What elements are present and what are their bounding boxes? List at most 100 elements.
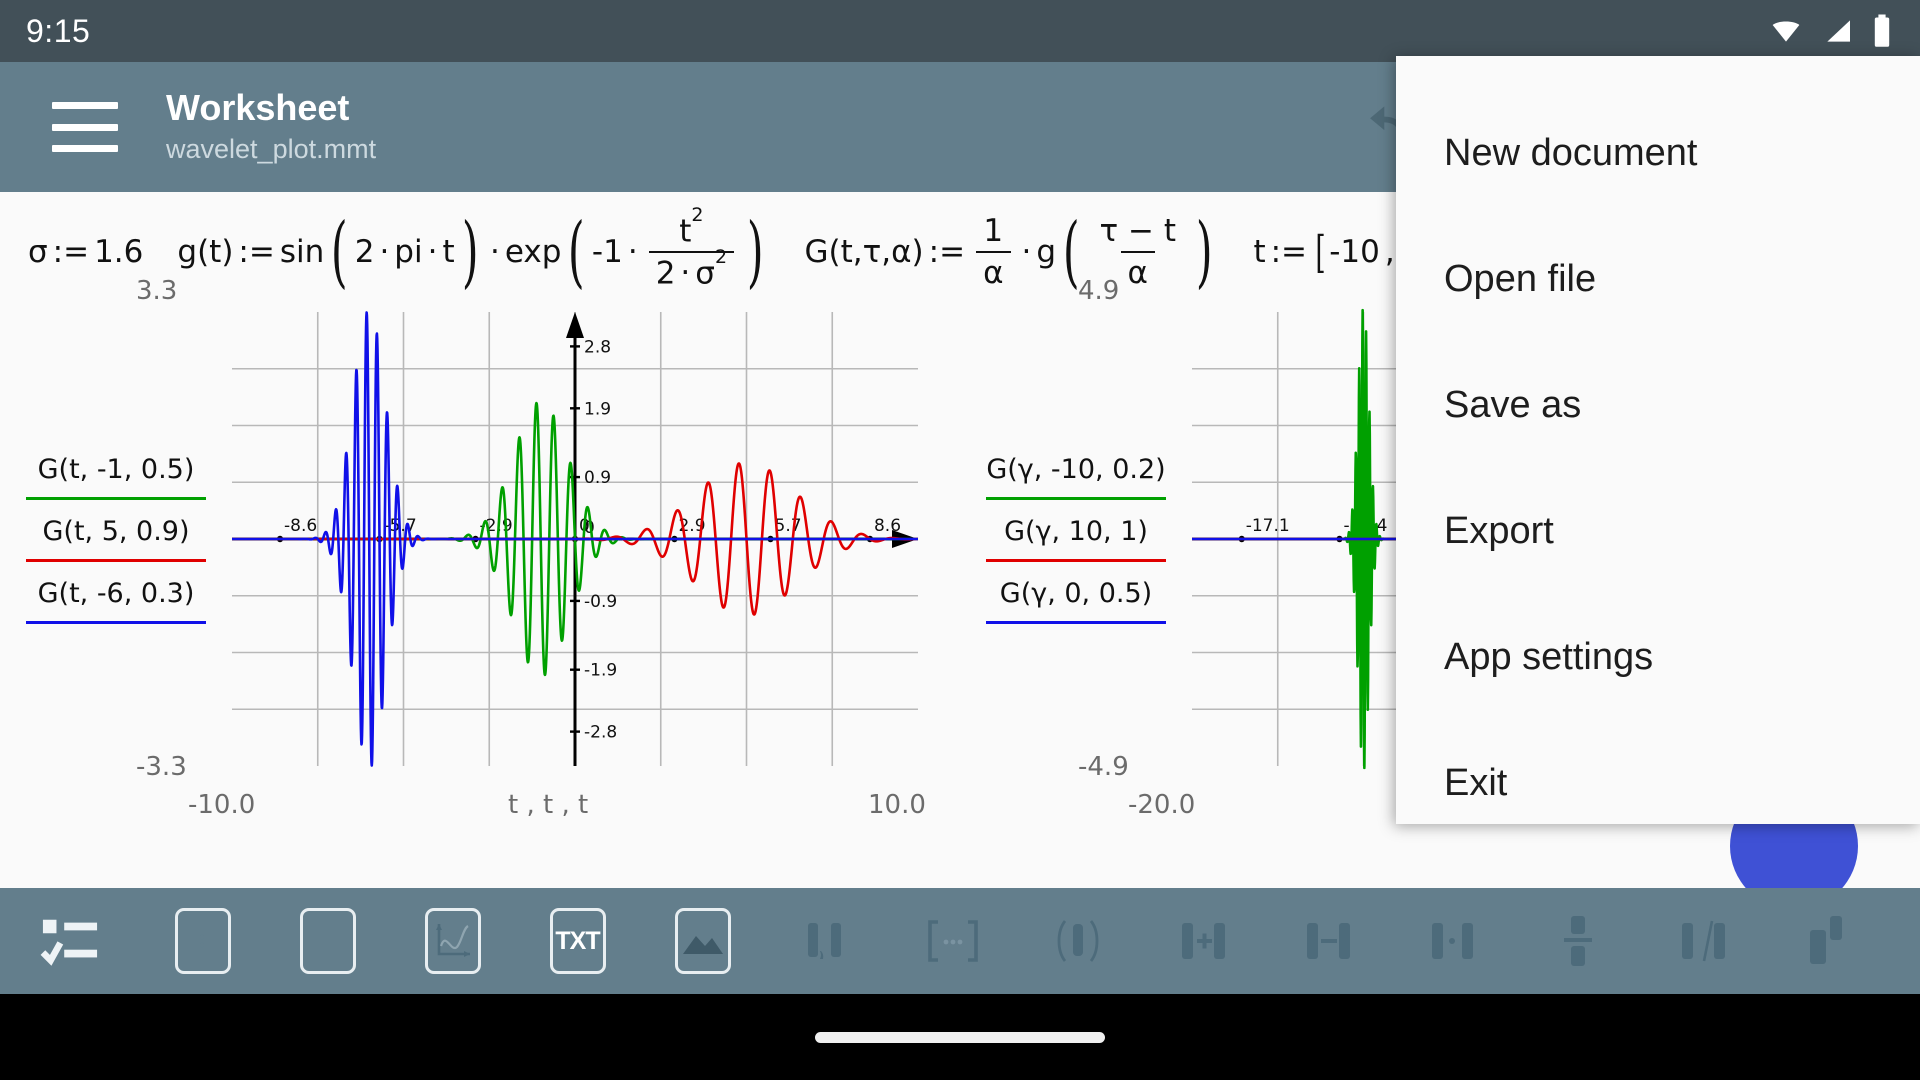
insert-text-icon[interactable]: TXT bbox=[515, 888, 640, 994]
menu-item-open-file[interactable]: Open file bbox=[1396, 216, 1920, 342]
insert-minus-icon[interactable] bbox=[1265, 888, 1390, 994]
left-plot-ymax-label: 3.3 bbox=[136, 276, 178, 306]
assign-operator: := bbox=[52, 234, 90, 270]
svg-text:1.9: 1.9 bbox=[584, 399, 611, 419]
G-lhs: G(t,τ,α) bbox=[804, 234, 924, 270]
left-plot-xmax-label: 10.0 bbox=[868, 790, 926, 820]
g-assign-operator: := bbox=[238, 234, 275, 270]
g-arg-b: pi bbox=[394, 234, 423, 270]
fraction-glyph bbox=[1563, 916, 1592, 966]
sin-function: sin bbox=[279, 234, 325, 270]
app-root: 9:15 Worksheet wavelet_plot.mmt σ:= 1.6… bbox=[0, 0, 1920, 1080]
formula-g-definition[interactable]: g(t) := sin ( 2 · pi · t ) · exp ( -1 · … bbox=[177, 204, 770, 297]
menu-item-exit[interactable]: Exit bbox=[1396, 720, 1920, 846]
close-paren-icon: ) bbox=[1195, 206, 1213, 297]
status-icons bbox=[1766, 13, 1894, 49]
right-plot-ymin-label: -4.9 bbox=[1078, 752, 1129, 782]
parentheses-glyph bbox=[1057, 920, 1098, 962]
g-minus-one: -1 bbox=[591, 234, 623, 270]
equation-glyph bbox=[185, 931, 220, 951]
legend-label-1: G(t, 5, 0.9) bbox=[42, 516, 190, 547]
g-function-call: g bbox=[1036, 234, 1057, 270]
gesture-pill[interactable] bbox=[815, 1031, 1105, 1043]
svg-text:2.8: 2.8 bbox=[584, 337, 611, 357]
right-plot-xmin-label: -20.0 bbox=[1128, 790, 1196, 820]
menu-item-new-document[interactable]: New document bbox=[1396, 90, 1920, 216]
fraction-numerator: t2 bbox=[672, 204, 710, 251]
insert-multiply-icon[interactable] bbox=[1390, 888, 1515, 994]
status-bar: 9:15 bbox=[0, 0, 1920, 62]
formula-G-definition[interactable]: G(t,τ,α) := 1 α · g ( τ − t α ) bbox=[804, 213, 1219, 291]
menu-item-save-as[interactable]: Save as bbox=[1396, 342, 1920, 468]
hamburger-menu-icon[interactable] bbox=[52, 102, 118, 152]
dot-operator-icon: · bbox=[627, 234, 638, 270]
insert-plus-icon[interactable] bbox=[1140, 888, 1265, 994]
status-clock: 9:15 bbox=[26, 12, 91, 49]
menu-item-export[interactable]: Export bbox=[1396, 468, 1920, 594]
insert-parentheses-icon[interactable] bbox=[1015, 888, 1140, 994]
fraction-numerator: τ − t bbox=[1099, 213, 1176, 249]
legend-swatch-0 bbox=[986, 497, 1166, 500]
divide-glyph bbox=[1681, 920, 1725, 962]
dot-operator-icon: · bbox=[1021, 234, 1032, 270]
insert-plot-icon[interactable] bbox=[390, 888, 515, 994]
open-paren-icon: ( bbox=[568, 206, 586, 297]
multiply-glyph bbox=[1431, 923, 1473, 959]
sigma-value: 1.6 bbox=[94, 234, 144, 270]
insert-calculation-icon[interactable] bbox=[265, 888, 390, 994]
gaussian-fraction[interactable]: t2 2 · σ2 bbox=[648, 204, 735, 291]
insert-image-icon[interactable] bbox=[640, 888, 765, 994]
close-paren-icon: ) bbox=[461, 206, 479, 297]
overflow-menu[interactable]: New document Open file Save as Export Ap… bbox=[1396, 56, 1920, 824]
bottom-toolbar: TXT bbox=[0, 888, 1920, 994]
legend-label-0: G(γ, -10, 0.2) bbox=[986, 454, 1166, 485]
legend-label-0: G(t, -1, 0.5) bbox=[37, 454, 195, 485]
document-filename: wavelet_plot.mmt bbox=[166, 134, 377, 165]
open-paren-icon: ( bbox=[331, 206, 348, 297]
sigma-symbol: σ bbox=[28, 234, 48, 270]
insert-divide-icon[interactable] bbox=[1640, 888, 1765, 994]
insert-comma-icon[interactable] bbox=[765, 888, 890, 994]
right-plot-legend: G(γ, -10, 0.2) G(γ, 10, 1) G(γ, 0, 0.5) bbox=[986, 452, 1166, 638]
calculation-glyph bbox=[310, 931, 345, 951]
legend-label-2: G(t, -6, 0.3) bbox=[37, 578, 195, 609]
system-nav-bar bbox=[0, 994, 1920, 1080]
insert-result-icon[interactable] bbox=[0, 888, 140, 994]
insert-fraction-icon[interactable] bbox=[1515, 888, 1640, 994]
fraction-numerator: 1 bbox=[983, 213, 1004, 249]
plot-glyph bbox=[435, 924, 470, 957]
open-bracket-icon: [ bbox=[1315, 226, 1326, 278]
result-list-glyph bbox=[40, 919, 98, 966]
legend-swatch-2 bbox=[986, 621, 1166, 624]
legend-swatch-1 bbox=[26, 559, 206, 562]
exp-function: exp bbox=[504, 234, 562, 270]
g-arg-a: 2 bbox=[354, 234, 375, 270]
dot-operator-icon: · bbox=[379, 234, 390, 270]
right-plot-ymax-label: 4.9 bbox=[1078, 276, 1120, 306]
close-paren-icon: ) bbox=[746, 206, 764, 297]
t-assign-operator: := bbox=[1270, 234, 1308, 270]
left-plot-xmin-label: -10.0 bbox=[188, 790, 256, 820]
open-paren-icon: ( bbox=[1062, 206, 1080, 297]
one-over-alpha-fraction[interactable]: 1 α bbox=[976, 213, 1011, 291]
left-plot-canvas[interactable]: 2.81.90.9-0.9-1.9-2.80-8.6 -5.7 -2.9 0 2.9 5.… bbox=[204, 304, 924, 774]
menu-item-app-settings[interactable]: App settings bbox=[1396, 594, 1920, 720]
cell-signal-icon bbox=[1827, 20, 1850, 42]
page-title: Worksheet bbox=[166, 86, 350, 128]
image-glyph bbox=[682, 936, 723, 954]
numerator-t: t bbox=[679, 213, 692, 249]
svg-text:-0.9: -0.9 bbox=[584, 592, 617, 612]
insert-power-icon[interactable] bbox=[1765, 888, 1890, 994]
dot-operator-icon: · bbox=[490, 234, 500, 270]
left-plot[interactable]: 3.3 -3.3 -10.0 10.0 t , t , t G(t, -1, 0… bbox=[8, 276, 968, 844]
insert-equation-icon[interactable] bbox=[140, 888, 265, 994]
g-lhs: g(t) bbox=[177, 234, 234, 270]
numerator-exponent: 2 bbox=[691, 203, 704, 226]
g-arg-c: t bbox=[442, 234, 455, 270]
G-assign-operator: := bbox=[928, 234, 966, 270]
text-glyph-box: TXT bbox=[549, 908, 606, 974]
dot-operator-icon: · bbox=[427, 234, 438, 270]
app-bar-titles: Worksheet wavelet_plot.mmt bbox=[166, 87, 376, 167]
insert-brackets-icon[interactable] bbox=[890, 888, 1015, 994]
formula-sigma-definition[interactable]: σ := 1.6 bbox=[28, 234, 143, 270]
